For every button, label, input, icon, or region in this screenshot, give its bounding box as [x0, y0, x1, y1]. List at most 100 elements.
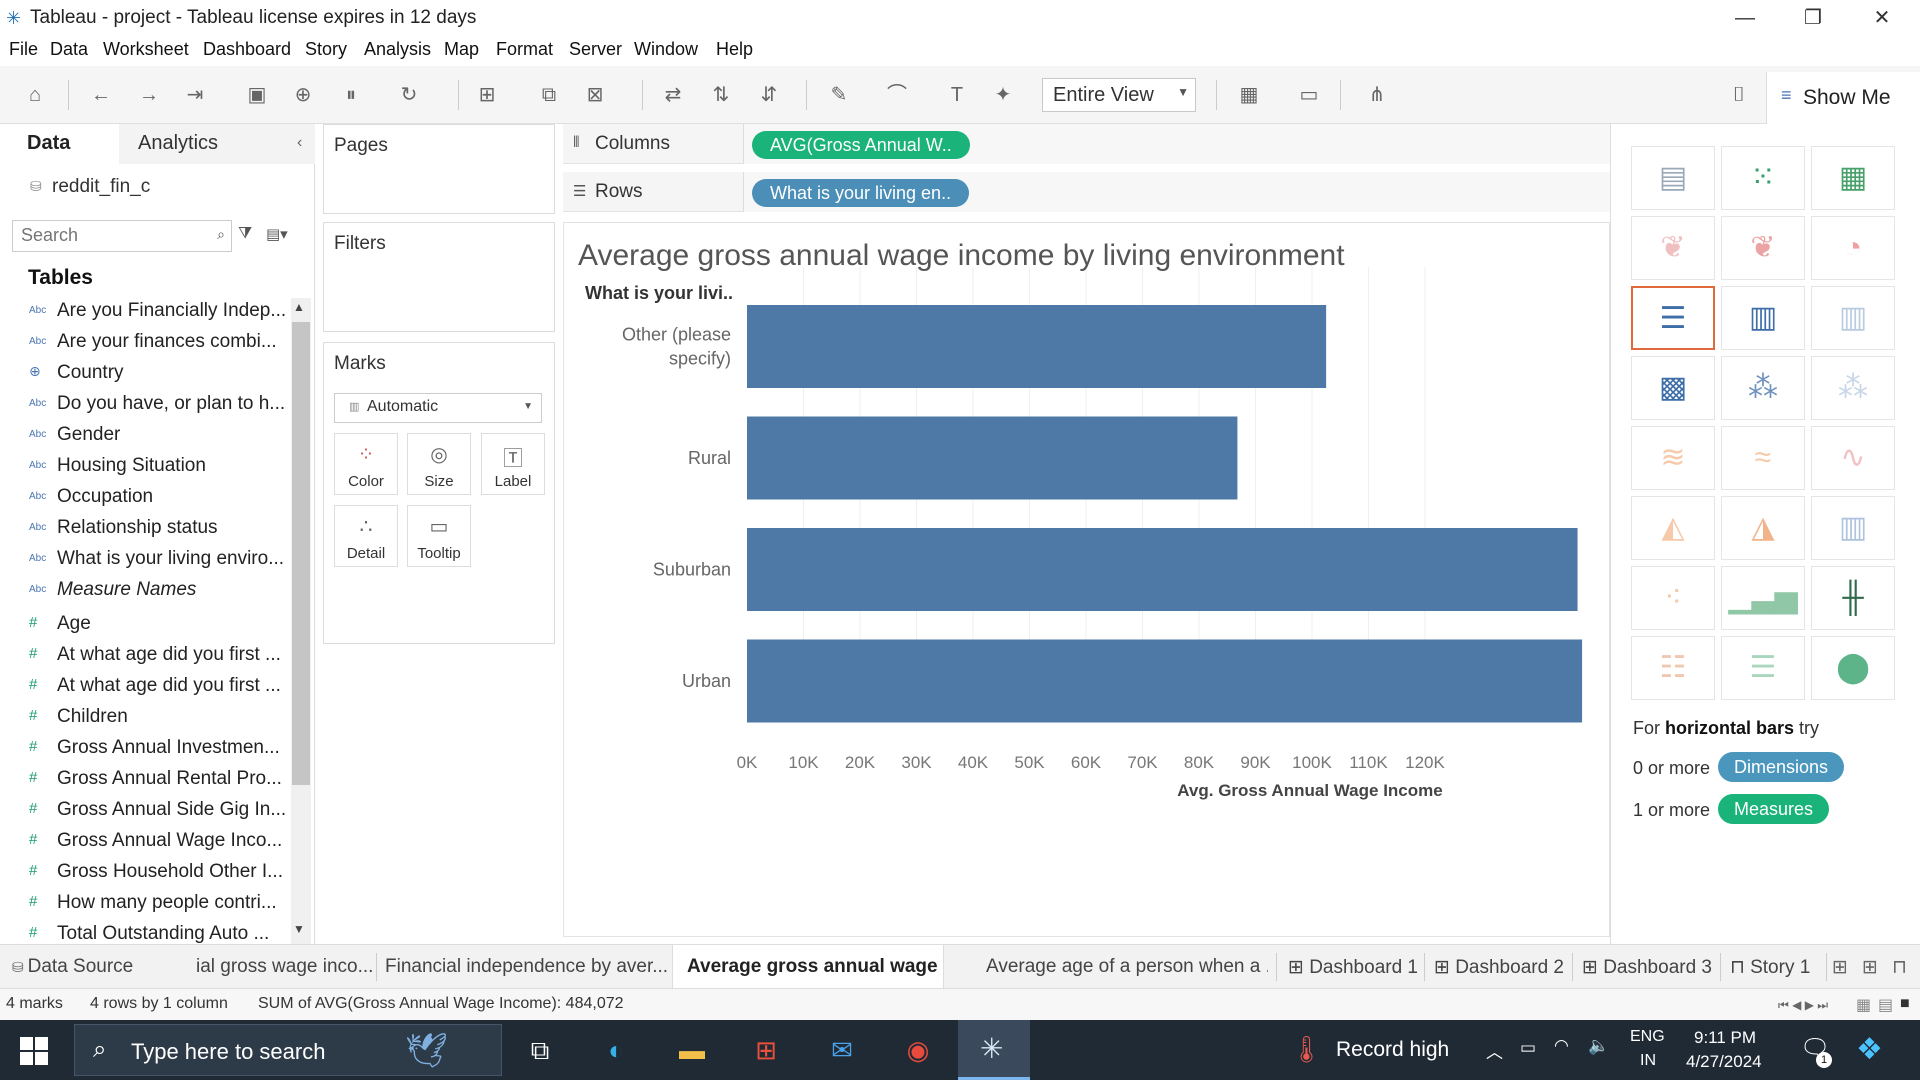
histogram-chart-icon[interactable]: ▁▃▅ — [1721, 566, 1805, 630]
menu-server[interactable]: Server — [569, 39, 622, 60]
battery-icon[interactable]: ▭ — [1520, 1038, 1536, 1058]
label-button[interactable]: 🅃 Label — [481, 433, 545, 495]
mark-type-dropdown[interactable]: ▥ Automatic ▼ — [334, 393, 542, 423]
fix-axes-icon[interactable]: ✦ — [990, 82, 1016, 108]
heat-map-chart-icon[interactable]: ⁙ — [1721, 146, 1805, 210]
measure-field[interactable]: # Gross Annual Rental Pro... — [0, 764, 290, 795]
dimension-field[interactable]: Abc What is your living enviro... — [0, 544, 290, 575]
language-bottom[interactable]: IN — [1640, 1052, 1656, 1070]
scroll-up-icon[interactable]: ▲ — [293, 300, 305, 314]
rows-pill[interactable]: What is your living en.. — [752, 179, 970, 207]
menu-help[interactable]: Help — [716, 39, 753, 60]
row-field-header[interactable]: What is your livi.. — [585, 283, 733, 304]
sheet-tab[interactable]: Financial independence by aver... — [385, 945, 667, 989]
scrollbar-thumb[interactable] — [292, 322, 310, 785]
tray-chevron-icon[interactable]: ︿ — [1486, 1038, 1503, 1063]
bar-chart[interactable]: Other (please specify) Rural Suburban Urban 0… — [564, 223, 1611, 938]
treemap-chart-icon[interactable]: ▩ — [1631, 356, 1715, 420]
side-by-side-circles-chart-icon[interactable]: ⁂ — [1811, 356, 1895, 420]
measure-field[interactable]: # How many people contri... — [0, 888, 290, 919]
continuous-lines-chart-icon[interactable]: ≋ — [1631, 426, 1715, 490]
horizontal-bars-chart-icon[interactable]: ☰ — [1631, 286, 1715, 350]
sort-descending-icon[interactable]: ⇵ — [756, 82, 782, 108]
dimension-field[interactable]: Abc Occupation — [0, 482, 290, 513]
home-icon[interactable]: ⌂ — [22, 82, 48, 108]
dimension-field[interactable]: Abc Measure Names — [0, 575, 290, 606]
group-icon[interactable]: ⌒ — [884, 82, 910, 108]
stacked-bars-chart-icon[interactable]: ▥ — [1721, 286, 1805, 350]
show-cards-icon[interactable]: ▦ — [1236, 82, 1262, 108]
chrome-browser-icon[interactable]: ◉ — [898, 1030, 938, 1070]
tableau-taskbar-button[interactable]: ✳ — [958, 1020, 1030, 1080]
minimize-button[interactable]: — — [1725, 4, 1765, 32]
area-continuous-chart-icon[interactable]: ◭ — [1631, 496, 1715, 560]
symbol-map-chart-icon[interactable]: ❦ — [1631, 216, 1715, 280]
new-datasource-icon[interactable]: ⊕ — [290, 82, 316, 108]
rows-drop-zone[interactable]: What is your living en.. — [743, 172, 1610, 212]
visualization-area[interactable]: Other (please specify) Rural Suburban Urban 0… — [563, 222, 1610, 937]
dimension-field[interactable]: Abc Relationship status — [0, 513, 290, 544]
new-story-tab-icon[interactable]: ⊓ — [1892, 945, 1918, 989]
file-explorer-icon[interactable]: ▬ — [672, 1030, 712, 1070]
detail-button[interactable]: ∴ Detail — [334, 505, 398, 567]
dimension-field[interactable]: ⊕ Country — [0, 358, 290, 389]
bullet-graph-chart-icon[interactable]: ☰ — [1721, 636, 1805, 700]
story-tab[interactable]: ⊓ Story 1 — [1730, 945, 1820, 989]
pie-chart-icon[interactable]: ◔ — [1811, 216, 1895, 280]
highlight-table-chart-icon[interactable]: ▦ — [1811, 146, 1895, 210]
fit-view-dropdown[interactable]: Entire View ▼ — [1042, 78, 1196, 112]
sheet-tab-active[interactable]: Average gross annual wage inc... — [672, 945, 944, 989]
volume-icon[interactable]: 🔈 — [1588, 1036, 1609, 1056]
area-discrete-chart-icon[interactable]: ◮ — [1721, 496, 1805, 560]
size-button[interactable]: ◎ Size — [407, 433, 471, 495]
clock-date[interactable]: 4/27/2024 — [1686, 1052, 1762, 1072]
measure-field[interactable]: # Total Outstanding Auto ... — [0, 919, 290, 944]
sort-ascending-icon[interactable]: ⇅ — [708, 82, 734, 108]
presentation-mode-icon[interactable]: ▭ — [1296, 82, 1322, 108]
measure-field[interactable]: # Gross Household Other I... — [0, 857, 290, 888]
discrete-lines-chart-icon[interactable]: ≈ — [1721, 426, 1805, 490]
close-button[interactable]: ✕ — [1862, 4, 1902, 32]
measure-field[interactable]: # Gross Annual Investmen... — [0, 733, 290, 764]
dimension-field[interactable]: Abc Gender — [0, 420, 290, 451]
menu-story[interactable]: Story — [305, 39, 347, 60]
measure-field[interactable]: # At what age did you first ... — [0, 640, 290, 671]
filled-map-chart-icon[interactable]: ❦ — [1721, 216, 1805, 280]
side-by-side-bars-chart-icon[interactable]: ▥ — [1811, 286, 1895, 350]
edge-browser-icon[interactable]: ◐ — [596, 1030, 636, 1070]
text-table-chart-icon[interactable]: ▤ — [1631, 146, 1715, 210]
gantt-chart-icon[interactable]: ☷ — [1631, 636, 1715, 700]
sheet-tab[interactable]: ial gross wage inco... — [196, 945, 372, 989]
filter-icon[interactable]: ⧩ — [238, 225, 252, 243]
columns-pill[interactable]: AVG(Gross Annual W.. — [752, 131, 970, 159]
task-view-icon[interactable]: ⧉ — [520, 1030, 560, 1070]
windows-start-icon[interactable] — [20, 1037, 48, 1065]
menu-data[interactable]: Data — [50, 39, 88, 60]
weather-text[interactable]: Record high — [1336, 1038, 1449, 1062]
box-whisker-chart-icon[interactable]: ╫ — [1811, 566, 1895, 630]
dashboard-tab[interactable]: ⊞ Dashboard 3 — [1582, 945, 1712, 989]
show-labels-icon[interactable]: T — [944, 82, 970, 108]
circle-views-chart-icon[interactable]: ⁂ — [1721, 356, 1805, 420]
redo-icon[interactable]: → — [136, 82, 162, 108]
menu-format[interactable]: Format — [496, 39, 553, 60]
scroll-down-icon[interactable]: ▼ — [293, 922, 305, 936]
dimension-field[interactable]: Abc Do you have, or plan to h... — [0, 389, 290, 420]
format-painter-icon[interactable]: ⌷ — [1726, 82, 1752, 108]
bar[interactable] — [747, 528, 1578, 611]
filmstrip-icon[interactable]: ▤ — [1878, 995, 1893, 1015]
menu-file[interactable]: File — [9, 39, 38, 60]
save-icon[interactable]: ▣ — [244, 82, 270, 108]
measure-field[interactable]: # Children — [0, 702, 290, 733]
columns-drop-zone[interactable]: AVG(Gross Annual W.. — [743, 124, 1610, 164]
undo-icon[interactable]: ← — [88, 82, 114, 108]
field-search-box[interactable]: ⌕ — [12, 220, 232, 252]
measure-field[interactable]: # Gross Annual Wage Inco... — [0, 826, 290, 857]
replay-icon[interactable]: ⇥ — [182, 82, 208, 108]
highlight-icon[interactable]: ✎ — [826, 82, 852, 108]
data-source-tab[interactable]: ⛁ Data Source — [12, 945, 188, 989]
menu-window[interactable]: Window — [634, 39, 698, 60]
measure-field[interactable]: # At what age did you first ... — [0, 671, 290, 702]
tooltip-button[interactable]: ▭ Tooltip — [407, 505, 471, 567]
tab-data[interactable]: Data — [27, 132, 70, 155]
